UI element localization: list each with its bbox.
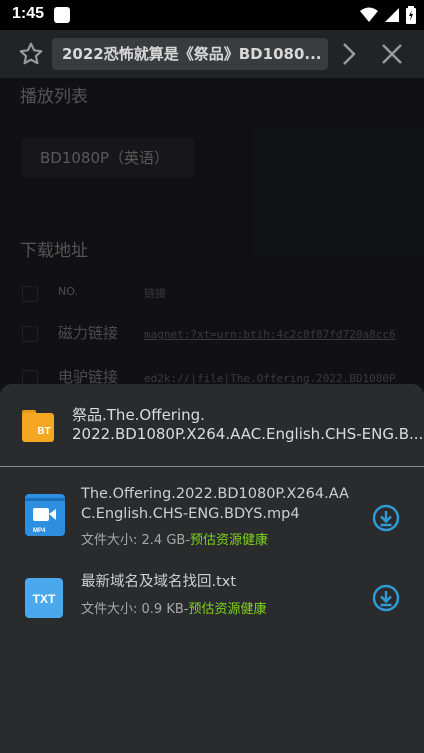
- health-status: 预估资源健康: [190, 533, 269, 548]
- page-title[interactable]: 2022恐怖就算是《祭品》BD1080...: [52, 38, 328, 70]
- download-icon[interactable]: [372, 504, 400, 532]
- top-bar: 2022恐怖就算是《祭品》BD1080...: [0, 30, 424, 78]
- mp4-icon-label: MP4: [33, 528, 46, 534]
- battery-icon: [406, 6, 416, 24]
- txt-file-icon: TXT: [25, 578, 63, 618]
- star-icon[interactable]: [18, 41, 44, 67]
- torrent-name: 祭品.The.Offering. 2022.BD1080P.X264.AAC.E…: [72, 406, 422, 444]
- screen: 1:45 2022恐怖就算是《祭品》BD1080... 播放列表 BD1080P…: [0, 0, 424, 753]
- sheet-divider: [0, 466, 424, 467]
- status-time: 1:45: [12, 5, 45, 22]
- status-icons: [360, 6, 416, 24]
- chevron-right-icon[interactable]: [340, 42, 358, 66]
- health-status: 预估资源健康: [188, 602, 267, 617]
- torrent-name-line-1: 祭品.The.Offering.: [72, 406, 205, 424]
- close-icon[interactable]: [380, 42, 404, 66]
- wifi-icon: [360, 7, 378, 22]
- file-meta: 文件大小: 2.4 GB-预估资源健康: [81, 529, 268, 548]
- file-size: 文件大小: 0.9 KB: [81, 602, 184, 617]
- file-size: 文件大小: 2.4 GB: [81, 533, 186, 548]
- file-meta: 文件大小: 0.9 KB-预估资源健康: [81, 598, 266, 617]
- file-name: 最新域名及域名找回.txt: [81, 574, 237, 590]
- file-item-mp4[interactable]: MP4 The.Offering.2022.BD1080P.X264.AAC.E…: [0, 484, 424, 560]
- sheet-header: BT 祭品.The.Offering. 2022.BD1080P.X264.AA…: [0, 384, 424, 466]
- status-bar: 1:45: [0, 0, 424, 30]
- notification-icon: [54, 7, 70, 23]
- signal-icon: [385, 8, 399, 22]
- torrent-files-sheet: BT 祭品.The.Offering. 2022.BD1080P.X264.AA…: [0, 384, 424, 753]
- mp4-file-icon: MP4: [25, 494, 65, 536]
- folder-bt-icon: BT: [22, 410, 54, 442]
- svg-text:BT: BT: [37, 426, 50, 437]
- download-icon[interactable]: [372, 584, 400, 612]
- txt-icon-label: TXT: [33, 592, 56, 606]
- torrent-name-line-2: 2022.BD1080P.X264.AAC.English.CHS-ENG.B.…: [72, 425, 422, 443]
- file-name: The.Offering.2022.BD1080P.X264.AAC.Engli…: [81, 486, 349, 522]
- file-item-txt[interactable]: TXT 最新域名及域名找回.txt 文件大小: 0.9 KB-预估资源健康: [0, 572, 424, 648]
